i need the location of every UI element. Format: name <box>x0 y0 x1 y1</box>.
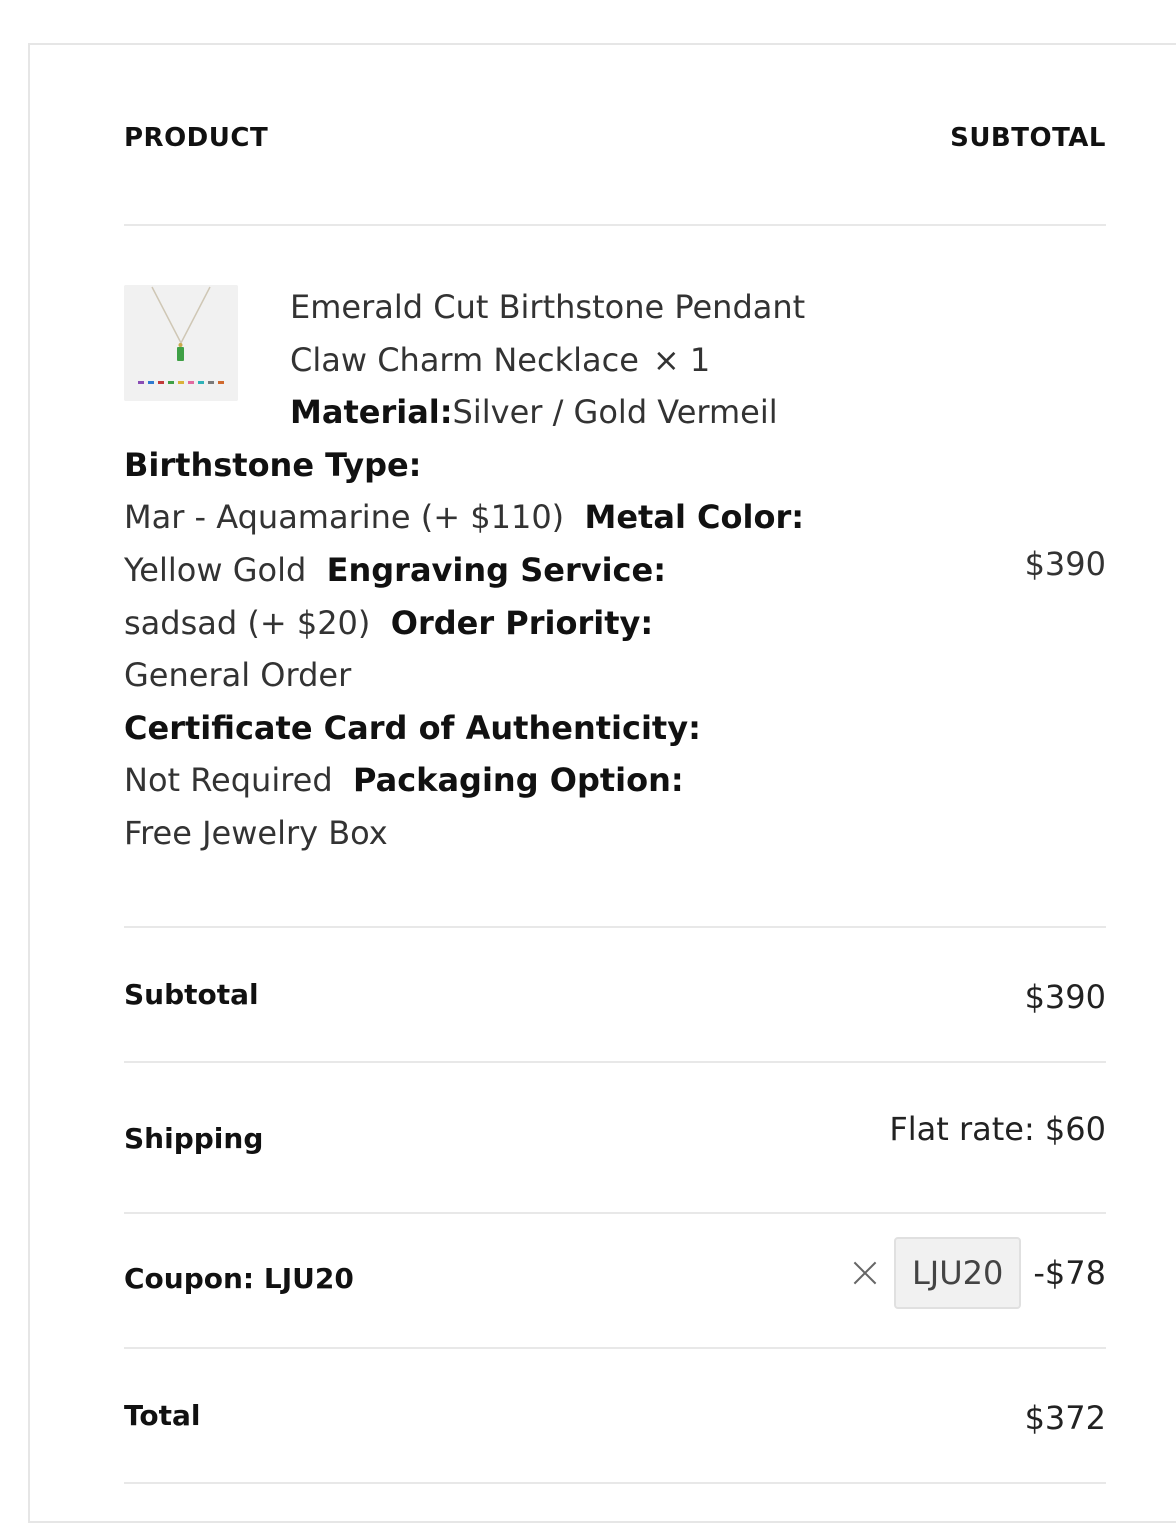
divider <box>124 926 1106 928</box>
meta-line: Yellow Gold Engraving Service: <box>124 544 904 597</box>
total-row: Total $372 <box>124 1399 1106 1439</box>
coupon-code-chip: LJU20 <box>893 1237 1022 1309</box>
meta-label: Order Priority: <box>390 603 654 642</box>
remove-coupon-close-icon[interactable] <box>850 1258 880 1288</box>
total-label: Total <box>124 1399 201 1432</box>
subtotal-column-header: SUBTOTAL <box>950 123 1106 153</box>
meta-value: Silver / Gold Vermeil <box>452 393 778 432</box>
meta-line: Certificate Card of Authenticity: <box>124 702 904 755</box>
coupon-controls: LJU20 -$78 <box>850 1234 1106 1312</box>
meta-value: Mar - Aquamarine (+ $110) <box>124 498 565 537</box>
divider <box>124 1212 1106 1214</box>
meta-label: Certificate Card of Authenticity: <box>124 708 701 747</box>
product-name-line-1: Emerald Cut Birthstone Pendant <box>290 288 806 326</box>
product-details: Emerald Cut Birthstone Pendant Claw Char… <box>124 281 904 860</box>
meta-line: Mar - Aquamarine (+ $110) Metal Color: <box>124 491 904 544</box>
shipping-label: Shipping <box>124 1122 264 1155</box>
meta-label: Metal Color: <box>584 498 805 537</box>
product-quantity: × 1 <box>652 340 711 379</box>
meta-value: General Order <box>124 656 352 695</box>
meta-line: Free Jewelry Box <box>124 807 904 860</box>
order-review-card: PRODUCT SUBTOTAL Emerald Cut Birthstone … <box>28 43 1176 1523</box>
shipping-value: Flat rate: $60 <box>889 1110 1106 1148</box>
meta-value: Not Required <box>124 761 333 800</box>
meta-label: Birthstone Type: <box>124 445 422 484</box>
meta-line: General Order <box>124 649 904 702</box>
total-value: $372 <box>1024 1399 1106 1437</box>
coupon-discount: -$78 <box>1033 1254 1106 1292</box>
divider <box>124 1347 1106 1349</box>
subtotal-value: $390 <box>1024 978 1106 1016</box>
shipping-row: Shipping Flat rate: $60 <box>124 1110 1106 1162</box>
divider <box>124 1482 1106 1484</box>
divider <box>124 1061 1106 1063</box>
coupon-row: Coupon: LJU20 LJU20 -$78 <box>124 1237 1106 1309</box>
coupon-label: Coupon: LJU20 <box>124 1262 354 1295</box>
item-subtotal: $390 <box>1024 545 1106 583</box>
product-column-header: PRODUCT <box>124 123 269 153</box>
meta-label: Material: <box>290 393 453 432</box>
meta-material: Material:Silver / Gold Vermeil <box>124 386 904 439</box>
meta-label: Packaging Option: <box>353 761 684 800</box>
meta-birthstone-label-line: Birthstone Type: <box>124 439 904 492</box>
meta-value: sadsad (+ $20) <box>124 603 371 642</box>
meta-line: sadsad (+ $20) Order Priority: <box>124 597 904 650</box>
table-header: PRODUCT SUBTOTAL <box>124 123 1106 153</box>
product-name-line-2: Claw Charm Necklace × 1 <box>290 340 711 379</box>
meta-label: Engraving Service: <box>326 550 667 589</box>
subtotal-label: Subtotal <box>124 978 259 1011</box>
divider <box>124 224 1106 226</box>
subtotal-row: Subtotal $390 <box>124 978 1106 1018</box>
meta-value: Free Jewelry Box <box>124 813 388 852</box>
meta-value: Yellow Gold <box>124 550 307 589</box>
meta-line: Not Required Packaging Option: <box>124 754 904 807</box>
